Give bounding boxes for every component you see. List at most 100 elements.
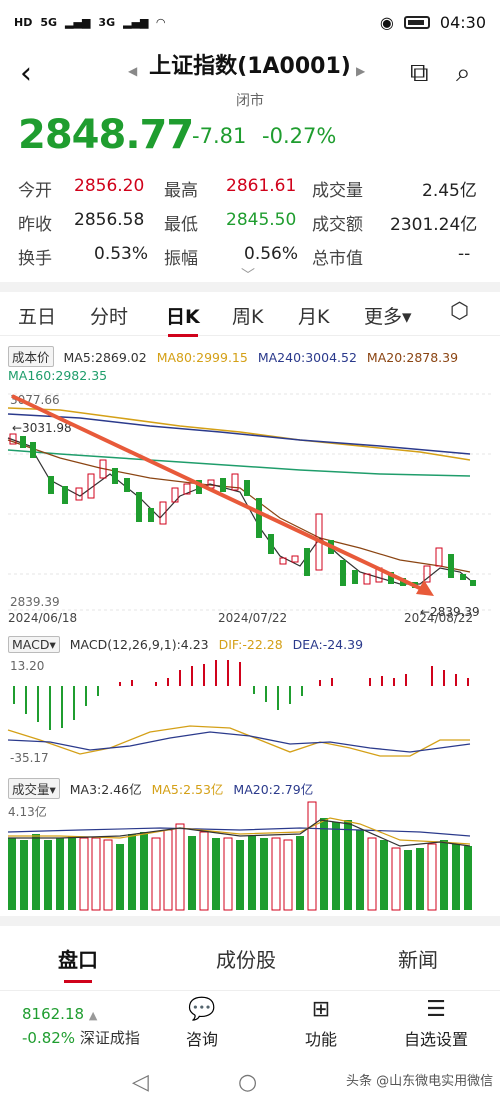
watermark: 头条 @山东微电实用微信 — [346, 1074, 494, 1089]
settings-icon[interactable]: ⬡ — [450, 299, 469, 324]
index-change: -0.82% — [22, 1029, 76, 1047]
vol-ma5-label: MA5:2.53亿 — [151, 782, 224, 797]
date-start: 2024/06/18 — [8, 611, 77, 625]
home-nav-icon[interactable]: ○ — [238, 1070, 257, 1095]
bottom-nav: 8162.18 ▲ -0.82% 深证成指 💬 咨询 ⊞ 功能 ☰ 自选设置 — [0, 990, 500, 1056]
trend-arrow — [11, 394, 429, 594]
bottom-tabs: 盘口 成份股 新闻 — [0, 930, 500, 983]
ma160-label: MA160:2982.35 — [8, 368, 108, 383]
share-icon[interactable]: ⧉ — [410, 58, 429, 89]
index-value: 8162.18 — [22, 1005, 85, 1023]
stat-label: 最高 — [164, 181, 198, 201]
stat-value-prevclose: 2856.58 — [74, 210, 145, 230]
quote-panel: 2848.77 -7.81 -0.27% — [18, 112, 482, 158]
ma240-line — [7, 413, 471, 455]
stat-value-low: 2845.50 — [226, 210, 297, 230]
ma20-line — [7, 439, 471, 573]
stat-label: 最低 — [164, 215, 198, 235]
vol-ma3-label: MA3:2.46亿 — [69, 782, 142, 797]
nav-watchlist-settings[interactable]: ☰ 自选设置 — [404, 997, 468, 1050]
carrier-badge: HD — [14, 15, 33, 29]
price-change-pct: -0.27% — [262, 124, 337, 148]
system-nav: ◁ ○ 头条 @山东微电实用微信 — [0, 1060, 500, 1111]
price-change: -7.81 — [192, 124, 247, 148]
stat-label: 换手 — [18, 249, 52, 269]
title-bar: ‹ ◀ ▶ 上证指数(1A0001) 闭市 ⧉ ⌕ — [0, 44, 500, 109]
macd-y-max: 13.20 — [10, 659, 44, 673]
date-mid: 2024/07/22 — [218, 611, 287, 625]
market-status: 闭市 — [236, 93, 264, 109]
volume-toggle[interactable]: 成交量▾ — [8, 778, 60, 799]
battery-icon — [403, 15, 430, 29]
divider — [0, 282, 500, 292]
date-end: 2024/08/22 — [404, 611, 473, 625]
grid-icon: ⊞ — [311, 997, 331, 1022]
stat-label: 振幅 — [164, 249, 198, 269]
nav-watchlist-label: 自选设置 — [404, 1030, 469, 1049]
nav-functions[interactable]: ⊞ 功能 — [305, 997, 337, 1050]
divider-2 — [0, 916, 500, 926]
index-ticker[interactable]: 8162.18 ▲ -0.82% 深证成指 — [22, 1003, 140, 1049]
nav-consult[interactable]: 💬 咨询 — [186, 997, 218, 1050]
search-icon[interactable]: ⌕ — [456, 58, 471, 89]
ma-legend: 成本价 MA5:2869.02 MA80:2999.15 MA240:3004.… — [8, 346, 464, 367]
menu-icon: ☰ — [426, 997, 446, 1022]
tab-intraday[interactable]: 分时 — [90, 302, 128, 329]
triangle-up-icon: ▲ — [88, 1009, 98, 1022]
macd-y-min: -35.17 — [10, 751, 49, 765]
stat-value-volume: 2.45亿 — [422, 181, 477, 201]
stat-value-marketcap: -- — [458, 244, 471, 264]
clock: 04:30 — [439, 12, 486, 32]
eye-icon: ◉ — [379, 12, 394, 32]
chat-icon: 💬 — [188, 997, 216, 1022]
tab-order-book[interactable]: 盘口 — [58, 944, 98, 983]
cost-price-toggle[interactable]: 成本价 — [8, 346, 54, 367]
stats-grid: 今开 2856.20 最高 2861.61 成交量 2.45亿 昨收 2856.… — [18, 176, 482, 278]
tab-constituents[interactable]: 成份股 — [216, 944, 276, 973]
stat-label: 成交量 — [312, 181, 363, 201]
signal-icon-2: ▂▄▆ — [123, 15, 149, 29]
tab-5day[interactable]: 五日 — [18, 302, 56, 329]
period-tabs: 五日 分时 日K 周K 月K 更多▾ ⬡ — [0, 292, 500, 337]
stat-label: 成交额 — [312, 215, 363, 235]
high-marker: ←3031.98 — [12, 421, 72, 435]
volume-legend: 成交量▾ MA3:2.46亿 MA5:2.53亿 MA20:2.79亿 — [8, 778, 319, 799]
ma80-label: MA80:2999.15 — [156, 350, 248, 365]
macd-toggle[interactable]: MACD▾ — [8, 636, 60, 653]
stat-value-high: 2861.61 — [226, 176, 297, 196]
y-min-label: 2839.39 — [10, 595, 60, 609]
ma5-line — [7, 437, 471, 585]
tab-news[interactable]: 新闻 — [398, 944, 438, 973]
macd-pos-bars — [119, 660, 469, 686]
tab-weekly-k[interactable]: 周K — [232, 302, 263, 329]
tab-more[interactable]: 更多▾ — [364, 302, 412, 329]
kline-chart[interactable]: 3077.66 2839.39 ←3031.98 ←2839.39 2024/0… — [0, 388, 500, 628]
dea-label: DEA:-24.39 — [292, 637, 364, 652]
last-price: 2848.77 — [18, 112, 194, 158]
tab-daily-k[interactable]: 日K — [166, 302, 200, 337]
macd-neg-bars — [13, 686, 303, 730]
volume-bars — [8, 801, 472, 911]
network-3g: 3G — [98, 15, 116, 29]
back-nav-icon[interactable]: ◁ — [132, 1070, 149, 1095]
volume-chart[interactable]: 4.13亿 — [0, 798, 500, 912]
vol-y-max: 4.13亿 — [8, 804, 47, 819]
macd-chart[interactable]: 13.20 -35.17 — [0, 656, 500, 766]
stat-label: 总市值 — [312, 249, 363, 269]
dea-line — [7, 731, 471, 753]
nav-consult-label: 咨询 — [186, 1030, 219, 1049]
dif-label: DIF:-22.28 — [218, 637, 283, 652]
status-bar: HD 5G ▂▄▆ 3G ▂▄▆ ◠ ◉ 04:30 — [0, 0, 500, 44]
stat-label: 昨收 — [18, 215, 52, 235]
candles — [9, 433, 476, 588]
signal-icon: ▂▄▆ — [65, 15, 91, 29]
ma20-label: MA20:2878.39 — [366, 350, 459, 365]
stat-label: 今开 — [18, 181, 52, 201]
stat-value-turnover: 2301.24亿 — [390, 215, 478, 235]
nav-functions-label: 功能 — [305, 1030, 338, 1049]
stat-value-amplitude: 0.56% — [244, 244, 299, 264]
tab-monthly-k[interactable]: 月K — [298, 302, 329, 329]
network-5g: 5G — [40, 15, 58, 29]
vol-ma20-line — [7, 827, 471, 837]
macd-legend: MACD▾ MACD(12,26,9,1):4.23 DIF:-22.28 DE… — [8, 636, 369, 653]
